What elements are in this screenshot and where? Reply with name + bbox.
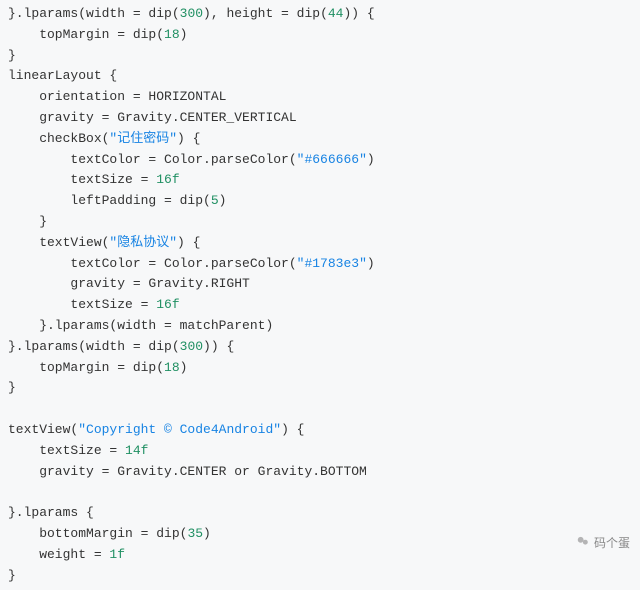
watermark: 码个蛋: [576, 534, 630, 554]
watermark-label: 码个蛋: [594, 534, 630, 553]
code-line: gravity = Gravity.RIGHT: [8, 276, 250, 291]
wechat-icon: [576, 534, 590, 554]
code-line: }: [8, 380, 16, 395]
code-line: }.lparams(width = dip(300), height = dip…: [8, 6, 375, 21]
code-line: checkBox("记住密码") {: [8, 131, 200, 146]
code-line: leftPadding = dip(5): [8, 193, 226, 208]
code-line: textSize = 16f: [8, 172, 180, 187]
code-line: orientation = HORIZONTAL: [8, 89, 226, 104]
code-line: }: [8, 48, 16, 63]
code-line: bottomMargin = dip(35): [8, 526, 211, 541]
code-line: topMargin = dip(18): [8, 360, 187, 375]
code-line: topMargin = dip(18): [8, 27, 187, 42]
code-line: }: [8, 568, 16, 583]
code-line: textColor = Color.parseColor("#666666"): [8, 152, 375, 167]
code-line: textView("隐私协议") {: [8, 235, 200, 250]
code-line: textView("Copyright © Code4Android") {: [8, 422, 304, 437]
code-line: }: [8, 214, 47, 229]
code-line: textSize = 16f: [8, 297, 180, 312]
code-line: linearLayout {: [8, 68, 117, 83]
code-line: gravity = Gravity.CENTER_VERTICAL: [8, 110, 297, 125]
code-line: weight = 1f: [8, 547, 125, 562]
code-line: }.lparams {: [8, 505, 94, 520]
code-line: }.lparams(width = dip(300)) {: [8, 339, 234, 354]
code-line: }.lparams(width = matchParent): [8, 318, 273, 333]
code-block: }.lparams(width = dip(300), height = dip…: [0, 0, 640, 590]
code-line: textColor = Color.parseColor("#1783e3"): [8, 256, 375, 271]
code-line: gravity = Gravity.CENTER or Gravity.BOTT…: [8, 464, 367, 479]
code-line: textSize = 14f: [8, 443, 148, 458]
